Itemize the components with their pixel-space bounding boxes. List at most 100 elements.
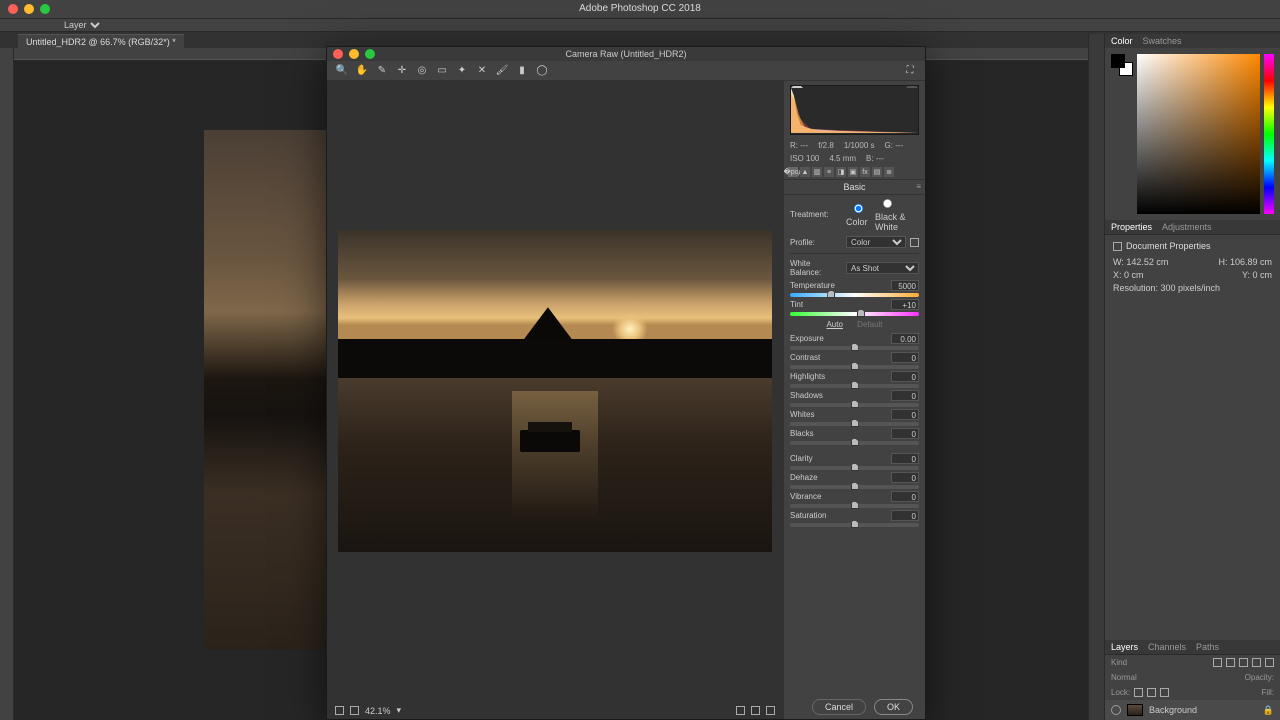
exposure-value[interactable]: 0.00 <box>891 333 919 344</box>
before-after-icon[interactable] <box>736 706 745 715</box>
highlights-value[interactable]: 0 <box>891 371 919 382</box>
camera-raw-titlebar[interactable]: Camera Raw (Untitled_HDR2) <box>327 47 925 61</box>
filter-type-icon[interactable] <box>1239 658 1248 667</box>
whites-value[interactable]: 0 <box>891 409 919 420</box>
graduated-filter-icon[interactable]: ▮ <box>515 64 529 78</box>
tool-strip[interactable] <box>0 48 14 720</box>
blacks-slider[interactable]: Blacks0 <box>784 427 925 446</box>
contrast-slider[interactable]: Contrast0 <box>784 351 925 370</box>
vibrance-value[interactable]: 0 <box>891 491 919 502</box>
blend-mode-select[interactable]: Normal <box>1111 673 1137 682</box>
minimize-window-icon[interactable] <box>24 4 34 14</box>
spot-removal-tool-icon[interactable]: ✦ <box>455 64 469 78</box>
panel-menu-icon[interactable]: ≡ <box>916 182 921 191</box>
preview-image[interactable] <box>338 230 772 552</box>
target-adjust-tool-icon[interactable]: ◎ <box>415 64 429 78</box>
filter-adjust-icon[interactable] <box>1226 658 1235 667</box>
tab-properties[interactable]: Properties <box>1111 222 1152 232</box>
layer-name[interactable]: Background <box>1149 705 1197 715</box>
zoom-level[interactable]: 42.1% <box>365 706 391 716</box>
lens-tab-icon[interactable]: ▣ <box>848 167 858 177</box>
histogram[interactable] <box>790 85 919 135</box>
split-tab-icon[interactable]: ◨ <box>836 167 846 177</box>
shadows-value[interactable]: 0 <box>891 390 919 401</box>
craw-minimize-icon[interactable] <box>349 49 359 59</box>
lock-transparency-icon[interactable] <box>1134 688 1143 697</box>
craw-zoom-icon[interactable] <box>365 49 375 59</box>
zoom-fill-icon[interactable] <box>350 706 359 715</box>
clarity-value[interactable]: 0 <box>891 453 919 464</box>
tab-swatches[interactable]: Swatches <box>1143 36 1182 46</box>
lock-position-icon[interactable] <box>1160 688 1169 697</box>
shadows-slider[interactable]: Shadows0 <box>784 389 925 408</box>
close-window-icon[interactable] <box>8 4 18 14</box>
temperature-value[interactable]: 5000 <box>891 280 919 291</box>
filter-smart-icon[interactable] <box>1265 658 1274 667</box>
temperature-slider[interactable]: Temperature5000 <box>784 279 925 298</box>
window-traffic-lights[interactable] <box>8 4 50 14</box>
color-field[interactable] <box>1137 54 1260 214</box>
transform-tool-icon[interactable]: ▭ <box>435 64 449 78</box>
calib-tab-icon[interactable]: ▤ <box>872 167 882 177</box>
default-button[interactable]: Default <box>857 320 882 329</box>
adjustment-brush-icon[interactable]: 🖌 <box>495 64 509 78</box>
tab-adjustments[interactable]: Adjustments <box>1162 222 1212 232</box>
hsl-tab-icon[interactable]: ≡ <box>824 167 834 177</box>
treatment-color-radio[interactable]: Color <box>846 202 871 227</box>
fx-tab-icon[interactable]: fx <box>860 167 870 177</box>
foreground-color-swatch[interactable] <box>1111 54 1125 68</box>
dehaze-slider[interactable]: Dehaze0 <box>784 471 925 490</box>
color-cursor-icon[interactable] <box>1167 200 1175 208</box>
tab-channels[interactable]: Channels <box>1148 642 1186 652</box>
swap-icon[interactable] <box>751 706 760 715</box>
presets-tab-icon[interactable]: ≣ <box>884 167 894 177</box>
layer-row[interactable]: Background 🔒 <box>1105 700 1280 720</box>
tint-slider[interactable]: Tint+10 <box>784 298 925 317</box>
zoom-tool-icon[interactable]: 🔍 <box>335 64 349 78</box>
auto-button[interactable]: Auto <box>826 320 842 329</box>
toggle-fullscreen-icon[interactable]: ⛶ <box>903 64 917 78</box>
whites-slider[interactable]: Whites0 <box>784 408 925 427</box>
tab-layers[interactable]: Layers <box>1111 642 1138 652</box>
tab-color[interactable]: Color <box>1111 36 1133 46</box>
white-balance-tool-icon[interactable]: ✎ <box>375 64 389 78</box>
menu-icon[interactable] <box>766 706 775 715</box>
hand-tool-icon[interactable]: ✋ <box>355 64 369 78</box>
radial-filter-icon[interactable]: ◯ <box>535 64 549 78</box>
craw-close-icon[interactable] <box>333 49 343 59</box>
profile-select[interactable]: Color <box>846 236 906 248</box>
tint-value[interactable]: +10 <box>891 299 919 310</box>
basic-tab-icon[interactable]: �род <box>788 167 798 177</box>
cancel-button[interactable]: Cancel <box>812 699 866 715</box>
zoom-dropdown-icon[interactable]: ▾ <box>397 705 402 716</box>
tab-paths[interactable]: Paths <box>1196 642 1219 652</box>
hue-slider[interactable] <box>1264 54 1274 214</box>
saturation-value[interactable]: 0 <box>891 510 919 521</box>
red-eye-tool-icon[interactable]: ✕ <box>475 64 489 78</box>
color-sampler-tool-icon[interactable]: ✛ <box>395 64 409 78</box>
filter-pixel-icon[interactable] <box>1213 658 1222 667</box>
zoom-fit-icon[interactable] <box>335 706 344 715</box>
zoom-window-icon[interactable] <box>40 4 50 14</box>
document-tab[interactable]: Untitled_HDR2 @ 66.7% (RGB/32*) * <box>18 34 184 48</box>
highlights-slider[interactable]: Highlights0 <box>784 370 925 389</box>
clarity-slider[interactable]: Clarity0 <box>784 452 925 471</box>
fg-bg-swatch[interactable] <box>1111 54 1133 76</box>
layer-target-select[interactable]: Layer <box>60 19 103 31</box>
profile-browser-icon[interactable] <box>910 238 919 247</box>
lock-pixels-icon[interactable] <box>1147 688 1156 697</box>
saturation-slider[interactable]: Saturation0 <box>784 509 925 528</box>
ok-button[interactable]: OK <box>874 699 913 715</box>
vibrance-slider[interactable]: Vibrance0 <box>784 490 925 509</box>
curve-tab-icon[interactable]: ▲ <box>800 167 810 177</box>
blacks-value[interactable]: 0 <box>891 428 919 439</box>
visibility-icon[interactable] <box>1111 705 1121 715</box>
white-balance-select[interactable]: As Shot <box>846 262 919 274</box>
layer-thumbnail[interactable] <box>1127 704 1143 716</box>
contrast-value[interactable]: 0 <box>891 352 919 363</box>
detail-tab-icon[interactable]: ▥ <box>812 167 822 177</box>
panel-rail[interactable] <box>1088 34 1104 720</box>
filter-shape-icon[interactable] <box>1252 658 1261 667</box>
exposure-slider[interactable]: Exposure0.00 <box>784 332 925 351</box>
treatment-bw-radio[interactable]: Black & White <box>875 197 919 232</box>
